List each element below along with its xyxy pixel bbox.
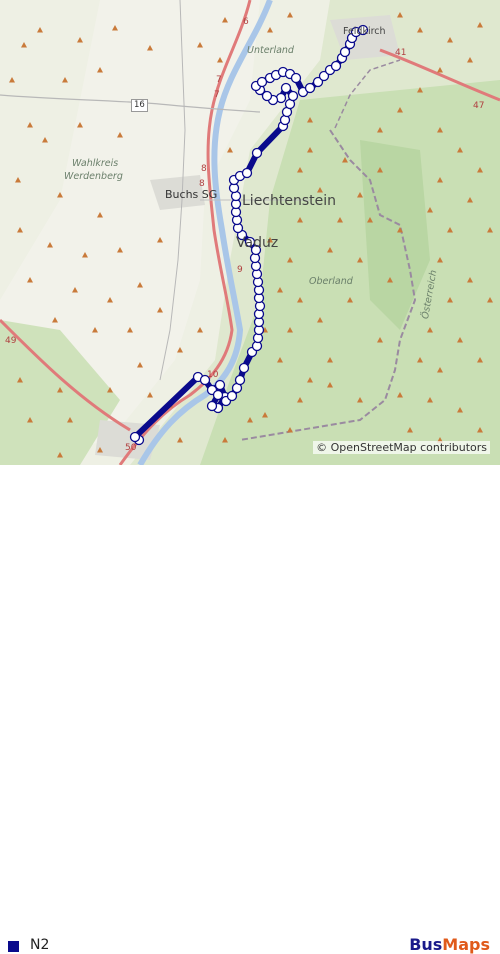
place-feldkirch: Feldkirch (343, 26, 386, 37)
route-stop[interactable] (280, 82, 292, 94)
route-stop[interactable] (241, 167, 253, 179)
road-number: 8 (201, 164, 207, 174)
route-stop[interactable] (214, 379, 226, 391)
place-wahlkreis: Wahlkreis (72, 158, 119, 169)
route-stop[interactable] (251, 147, 263, 159)
road-shield-16: 16 (131, 99, 148, 112)
bus-route-layer (129, 24, 369, 446)
route-stop[interactable] (238, 362, 250, 374)
place-unterland: Unterland (247, 45, 294, 56)
busmaps-logo[interactable]: BusMaps (409, 935, 490, 954)
road-number: 7 (214, 90, 220, 100)
place-buchs: Buchs SG (165, 188, 218, 201)
route-stop[interactable] (206, 400, 218, 412)
route-stop[interactable] (287, 90, 299, 102)
road-number: 49 (5, 336, 17, 346)
place-vaduz: Vaduz (236, 235, 279, 251)
route-stop[interactable] (330, 60, 342, 72)
map-attribution[interactable]: © OpenStreetMap contributors (313, 441, 490, 454)
road-number: 9 (237, 265, 243, 275)
legend-footer: N2 BusMaps (0, 465, 500, 954)
place-oberland: Oberland (309, 276, 353, 287)
route-stop[interactable] (290, 72, 302, 84)
legend-route-label: N2 (30, 937, 50, 953)
place-werdenberg: Werdenberg (64, 171, 123, 182)
route-stop[interactable] (339, 46, 351, 58)
map-canvas[interactable]: Feldkirch Unterland Wahlkreis Werdenberg… (0, 0, 500, 465)
road-number: 50 (125, 443, 137, 453)
road-number: 8 (199, 179, 205, 189)
place-liechtenstein: Liechtenstein (242, 193, 337, 209)
route-stop[interactable] (212, 389, 224, 401)
road-number: 10 (207, 370, 219, 380)
road-number: 7 (216, 75, 222, 85)
road-number: 6 (243, 17, 249, 27)
route-stop[interactable] (129, 431, 141, 443)
legend-color-swatch (8, 941, 19, 952)
route-stop[interactable] (304, 82, 316, 94)
road-number: 41 (395, 48, 407, 58)
route-stop[interactable] (226, 390, 238, 402)
road-number: 47 (473, 101, 485, 111)
route-stop[interactable] (234, 374, 246, 386)
